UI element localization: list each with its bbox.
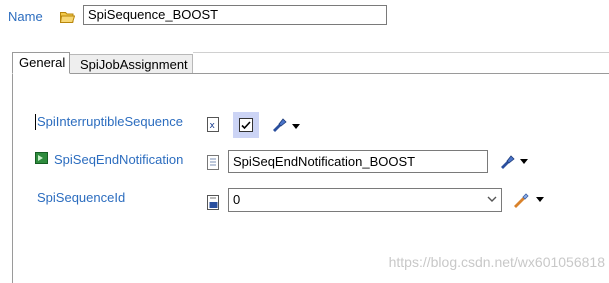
sequence-id-select[interactable]: 0 (228, 188, 502, 212)
text-cursor (35, 114, 36, 130)
chevron-down-icon[interactable] (487, 195, 497, 203)
checkmark-icon (241, 121, 251, 130)
config-tool-icon[interactable] (270, 117, 288, 133)
seq-end-notification-label: SpiSeqEndNotification (54, 152, 184, 167)
boolean-type-icon: x (207, 117, 219, 132)
tab-spi-job-assignment[interactable]: SpiJobAssignment (70, 54, 193, 74)
tab-strip-rule (193, 52, 609, 53)
interruptible-checkbox[interactable] (239, 118, 253, 132)
interruptible-sequence-label: SpiInterruptibleSequence (37, 114, 183, 129)
sequence-id-label: SpiSequenceId (37, 190, 126, 205)
seq-end-notification-input[interactable]: SpiSeqEndNotification_BOOST (228, 150, 488, 173)
chevron-down-icon[interactable] (520, 159, 528, 164)
tab-general[interactable]: General (12, 52, 70, 74)
general-panel (12, 73, 609, 283)
reference-green-icon (35, 152, 48, 164)
interruptible-checkbox-highlight (233, 112, 259, 138)
sequence-id-value: 0 (233, 192, 241, 207)
string-type-icon (207, 155, 219, 170)
svg-text:x: x (210, 121, 216, 131)
chevron-down-icon[interactable] (292, 124, 300, 129)
folder-icon (60, 12, 75, 23)
watermark: https://blog.csdn.net/wx601056818 (388, 254, 605, 270)
name-label: Name (8, 9, 43, 24)
config-tool-icon[interactable] (498, 154, 516, 170)
integer-type-icon (207, 195, 219, 210)
wand-tool-icon[interactable] (512, 192, 530, 208)
chevron-down-icon[interactable] (536, 197, 544, 202)
name-input[interactable]: SpiSequence_BOOST (83, 5, 387, 25)
